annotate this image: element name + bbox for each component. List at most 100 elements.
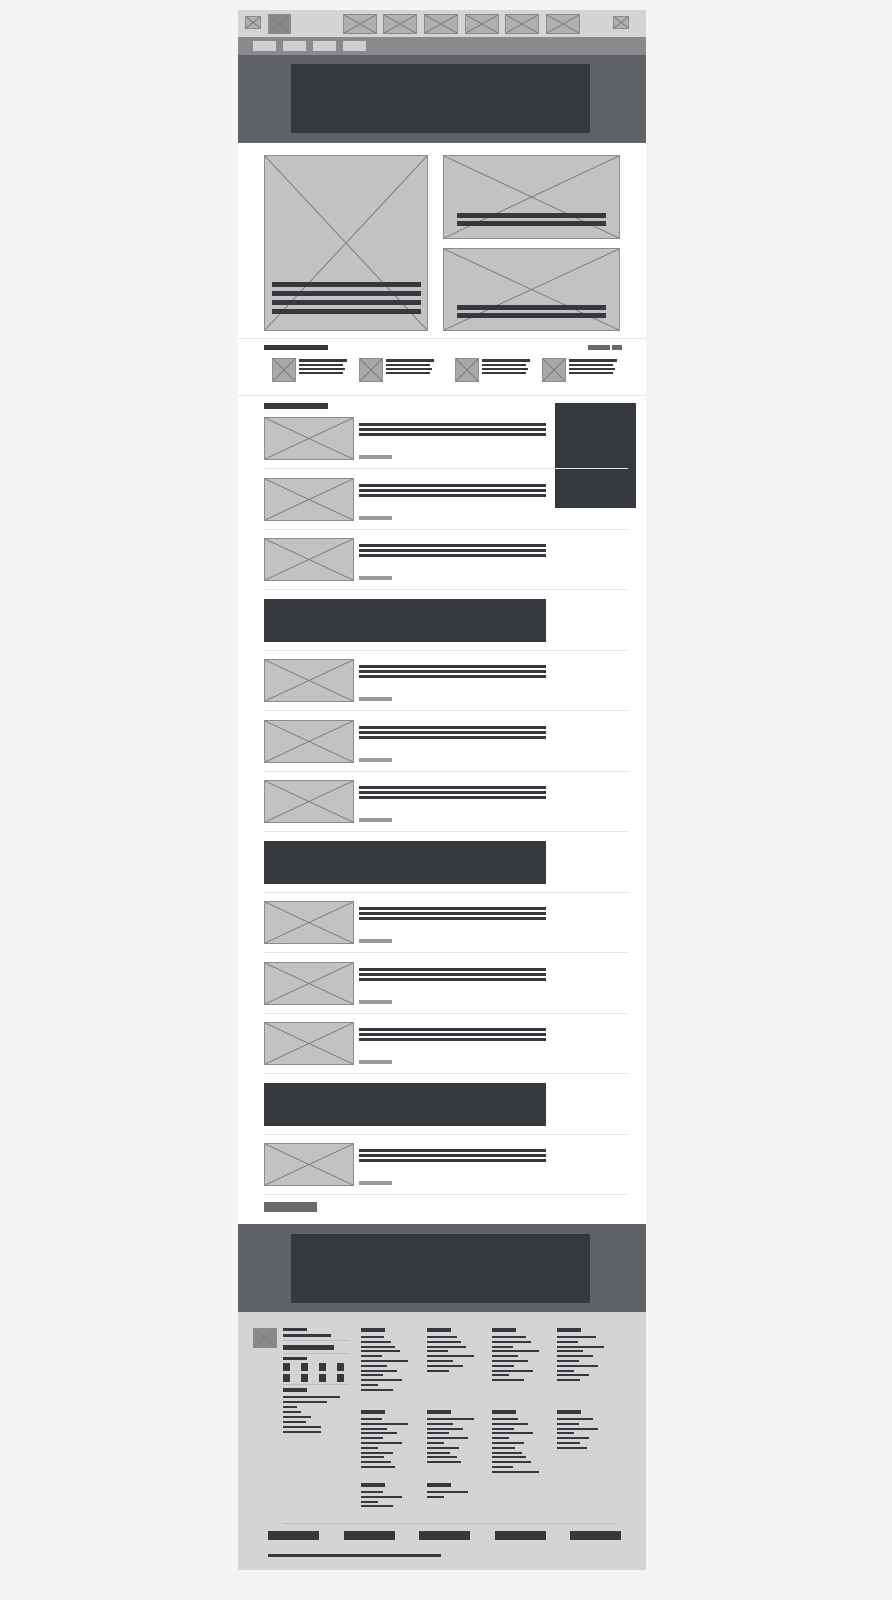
featured-side-image[interactable]	[443, 155, 620, 239]
nav-tab[interactable]	[283, 41, 306, 51]
article-thumbnail[interactable]	[264, 477, 354, 521]
strip-thumb[interactable]	[272, 358, 296, 382]
strip-heading	[264, 345, 328, 350]
footer-link	[492, 1369, 533, 1372]
divider	[264, 1012, 628, 1014]
nav-tab[interactable]	[313, 41, 336, 51]
footer-link	[427, 1345, 466, 1348]
footer-link	[427, 1432, 449, 1435]
strip-title-line	[482, 359, 530, 362]
nav-image-4[interactable]	[465, 14, 499, 34]
footer-link	[557, 1374, 589, 1377]
strip-link	[588, 345, 610, 350]
social-icon[interactable]	[319, 1374, 326, 1382]
footer-link	[492, 1470, 539, 1473]
article-meta	[359, 999, 392, 1004]
footer-link	[361, 1466, 395, 1468]
list-ad-banner[interactable]	[264, 1082, 546, 1126]
logo-image-icon[interactable]	[268, 14, 291, 34]
article-thumbnail[interactable]	[264, 417, 354, 460]
strip-thumb[interactable]	[359, 358, 383, 382]
social-icon[interactable]	[301, 1374, 308, 1382]
article-thumbnail[interactable]	[264, 538, 354, 581]
divider	[264, 891, 628, 893]
footer-link	[557, 1340, 578, 1343]
nav-image-5[interactable]	[505, 14, 539, 34]
footer-bottom-link[interactable]	[570, 1531, 621, 1540]
nav-image-1[interactable]	[343, 14, 377, 34]
footer-link	[492, 1461, 531, 1464]
footer-link	[361, 1446, 378, 1449]
nav-image-6[interactable]	[546, 14, 580, 34]
article-title-line	[359, 912, 546, 915]
footer-link	[557, 1427, 598, 1430]
article-title-line	[359, 1038, 546, 1041]
nav-image-2[interactable]	[383, 14, 417, 34]
social-icon[interactable]	[283, 1363, 290, 1371]
article-title-line	[359, 730, 546, 734]
social-icon[interactable]	[337, 1363, 344, 1371]
footer-link	[492, 1340, 531, 1343]
social-icon[interactable]	[283, 1374, 290, 1382]
footer-link	[427, 1350, 448, 1353]
small-image-icon[interactable]	[245, 16, 261, 29]
footer-link	[361, 1495, 402, 1498]
article-thumbnail[interactable]	[264, 961, 354, 1005]
strip-thumb[interactable]	[455, 358, 479, 382]
footer-link	[361, 1461, 391, 1464]
social-icon[interactable]	[301, 1363, 308, 1371]
featured-side-image[interactable]	[443, 248, 620, 331]
footer-bottom-link[interactable]	[419, 1531, 470, 1540]
footer-link	[492, 1364, 514, 1367]
strip-title-line	[569, 372, 613, 374]
social-icon[interactable]	[337, 1374, 344, 1382]
footer-link	[427, 1360, 453, 1362]
article-title-line	[359, 1028, 546, 1031]
footer-link	[492, 1451, 522, 1454]
footer-link	[283, 1396, 340, 1398]
strip-title-line	[482, 364, 526, 366]
footer-link	[361, 1345, 395, 1348]
featured-main-title-line	[272, 300, 421, 305]
article-title-line	[359, 791, 546, 794]
footer-bottom-link[interactable]	[343, 1531, 395, 1540]
article-title-line	[359, 972, 546, 976]
footer-link	[427, 1456, 457, 1459]
footer-link	[492, 1437, 509, 1440]
nav-image-3[interactable]	[424, 14, 458, 34]
article-thumbnail[interactable]	[264, 901, 354, 944]
footer-link	[557, 1350, 583, 1353]
featured-side-title-line	[457, 213, 606, 218]
nav-tab[interactable]	[253, 41, 276, 51]
article-thumbnail[interactable]	[264, 1022, 354, 1065]
list-ad-banner[interactable]	[264, 840, 546, 884]
footer-link	[557, 1355, 593, 1358]
strip-thumb[interactable]	[542, 358, 566, 382]
close-image-icon[interactable]	[613, 16, 629, 29]
article-title-line	[359, 796, 546, 799]
article-thumbnail[interactable]	[264, 1143, 354, 1186]
article-title-line	[359, 675, 546, 678]
social-icon[interactable]	[319, 1363, 326, 1371]
nav-tab[interactable]	[343, 41, 366, 51]
footer-bottom-link[interactable]	[268, 1531, 319, 1540]
footer-link	[557, 1345, 604, 1348]
footer-bottom-link[interactable]	[494, 1531, 546, 1540]
footer-link	[361, 1437, 383, 1440]
article-meta	[359, 576, 392, 580]
list-ad-banner[interactable]	[264, 598, 546, 642]
more-button[interactable]	[264, 1202, 317, 1212]
article-thumbnail[interactable]	[264, 780, 354, 823]
footer-link	[557, 1379, 580, 1382]
article-title-line	[359, 483, 546, 487]
strip-title-line	[569, 368, 615, 370]
article-thumbnail[interactable]	[264, 659, 354, 702]
footer-link	[557, 1336, 596, 1338]
footer-link	[492, 1355, 518, 1358]
article-meta	[359, 1181, 392, 1185]
footer-ad[interactable]	[291, 1234, 590, 1303]
footer-link	[492, 1456, 526, 1459]
article-thumbnail[interactable]	[264, 719, 354, 763]
sidebar-ad[interactable]	[555, 403, 636, 508]
header-ad[interactable]	[291, 64, 590, 133]
